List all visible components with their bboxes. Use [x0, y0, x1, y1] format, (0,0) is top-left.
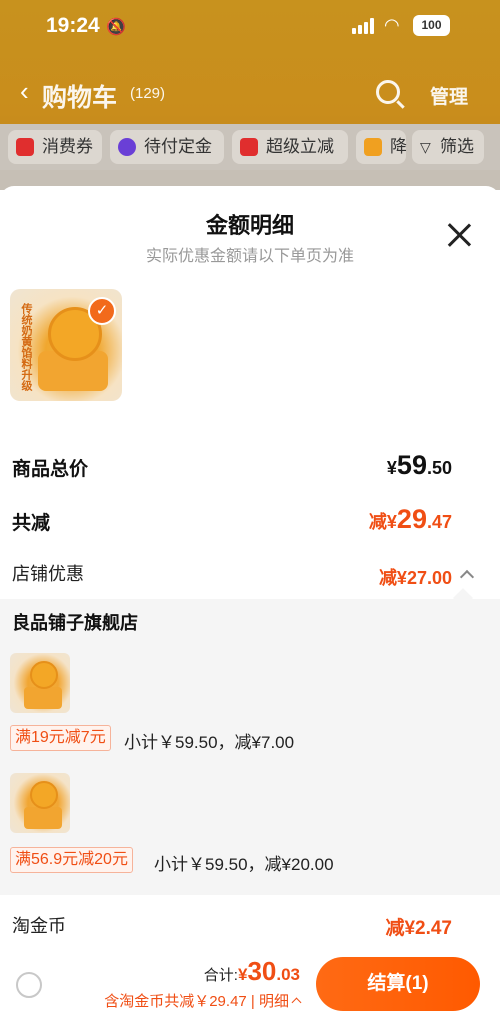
checkout-button[interactable]: 结算(1): [316, 957, 480, 1011]
coupon-icon: [16, 138, 34, 156]
sum-value: ¥30.03: [237, 956, 300, 986]
store-discount-panel: 良品铺子旗舰店 满19元减7元 小计￥59.50，减¥7.00 满56.9元减2…: [0, 588, 500, 895]
promo-tag: 满56.9元减20元: [10, 847, 133, 873]
status-time: 19:24: [46, 14, 100, 37]
cart-count: (129): [130, 85, 166, 102]
filter-chips-bar: 消费券 待付定金 超级立减 降 筛选: [0, 124, 500, 170]
sum-label: 合计:: [203, 967, 238, 984]
close-icon[interactable]: [446, 222, 472, 248]
selected-check-icon: ✓: [88, 297, 116, 325]
detail-toggle[interactable]: 含淘金币共减￥29.47 | 明细: [104, 990, 302, 1011]
checkout-bar: 合计:¥30.03 含淘金币共减￥29.47 | 明细 结算(1): [0, 944, 500, 1019]
mooncake-image: [30, 781, 58, 809]
item-thumbnail: [10, 653, 70, 713]
product-thumb-text: 传统奶黄馅料升级: [20, 303, 32, 391]
search-icon[interactable]: [376, 80, 400, 104]
cart-navbar: ‹ 购物车 (129) 管理: [0, 70, 500, 116]
total-price-value: ¥59.50: [386, 450, 452, 480]
manage-button[interactable]: 管理: [430, 82, 468, 109]
chip-label: 待付定金: [144, 137, 212, 156]
chip-deposit[interactable]: 待付定金: [110, 130, 224, 164]
chip-super-discount[interactable]: 超级立减: [232, 130, 348, 164]
back-chevron-icon[interactable]: ‹: [20, 76, 29, 107]
mute-bell-icon: 🔕: [106, 19, 126, 36]
chip-label: 消费券: [42, 137, 93, 156]
battery-icon: 100: [413, 15, 450, 36]
chevron-up-icon[interactable]: [459, 569, 475, 585]
wifi-icon: ◠: [384, 15, 400, 35]
item-thumbnail: [10, 773, 70, 833]
chip-coupon[interactable]: 消费券: [8, 130, 102, 164]
page-title: 购物车: [42, 84, 118, 112]
item-subtotal: 小计￥59.50，减¥20.00: [154, 855, 334, 874]
amount-detail-sheet: 金额明细 实际优惠金额请以下单页为准 传统奶黄馅料升级 ✓ 商品总价 ¥59.5…: [0, 186, 500, 1019]
reduction-label: 共减: [12, 513, 51, 534]
filter-label: 筛选: [440, 137, 474, 156]
sheet-subtitle: 实际优惠金额请以下单页为准: [145, 248, 354, 265]
sum-line: 合计:¥30.03: [204, 956, 300, 987]
select-all-radio[interactable]: [16, 972, 42, 998]
shop-discount-value: 减¥27.00: [378, 568, 452, 588]
coins-label: 淘金币: [12, 916, 66, 936]
chip-label: 降: [390, 137, 407, 156]
status-bar: 19:24 🔕 ◠ 100: [0, 0, 500, 52]
chip-label: 超级立减: [266, 137, 334, 156]
reduction-value: 减¥29.47: [368, 504, 452, 534]
down-arrow-icon: [240, 138, 258, 156]
coins-value: 减¥2.47: [385, 918, 452, 939]
mooncake-base-image: [24, 687, 62, 709]
mooncake-image: [30, 661, 58, 689]
chevron-up-icon: [291, 997, 302, 1008]
clock-icon: [118, 138, 136, 156]
price-drop-icon: [364, 138, 382, 156]
mooncake-base-image: [24, 807, 62, 829]
total-price-label: 商品总价: [12, 459, 89, 480]
panel-notch: [453, 588, 473, 608]
detail-text: 含淘金币共减￥29.47 | 明细: [104, 993, 289, 1010]
item-subtotal: 小计￥59.50，减¥7.00: [124, 733, 295, 752]
signal-icon: [352, 18, 376, 34]
store-name: 良品铺子旗舰店: [12, 613, 138, 633]
filter-button[interactable]: 筛选: [412, 130, 484, 164]
product-thumbnail: 传统奶黄馅料升级 ✓: [10, 289, 122, 401]
promo-tag: 满19元减7元: [10, 725, 111, 751]
shop-discount-label: 店铺优惠: [12, 564, 84, 584]
chip-price-drop[interactable]: 降: [356, 130, 407, 164]
sheet-title: 金额明细: [205, 213, 294, 238]
